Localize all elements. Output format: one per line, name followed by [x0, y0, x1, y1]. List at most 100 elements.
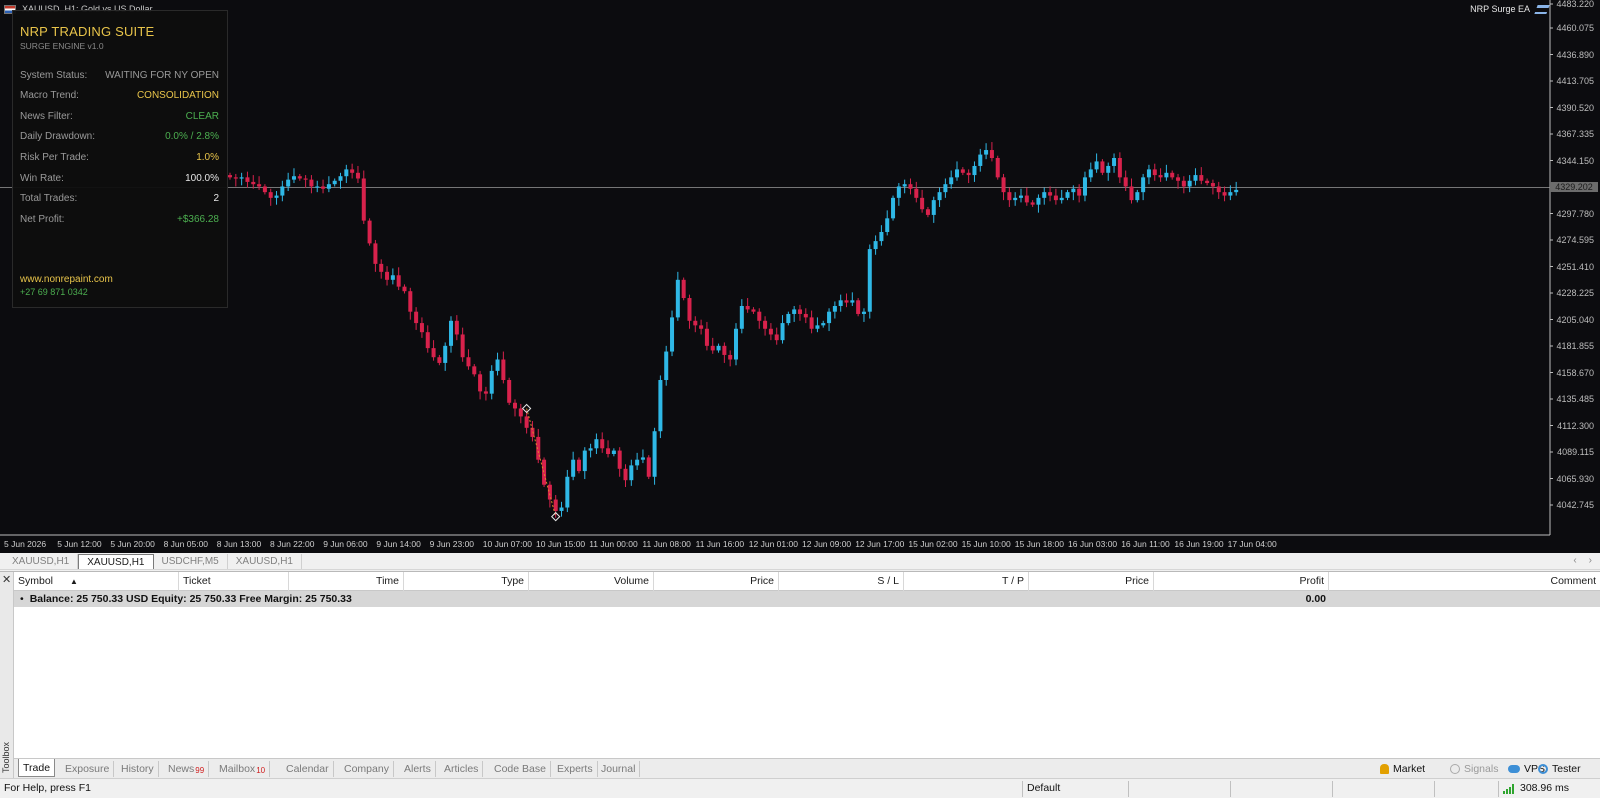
candle — [291, 168, 296, 184]
close-icon[interactable]: ✕ — [2, 575, 11, 586]
candle — [972, 161, 977, 182]
candle — [920, 189, 925, 213]
toolbox-tab-news[interactable]: News99 — [164, 761, 210, 777]
candle — [931, 196, 936, 223]
price-chart[interactable]: XAUUSD, H1: Gold vs US Dollar NRP Surge … — [0, 0, 1600, 553]
chart-tab[interactable]: USDCHF,M5 — [154, 554, 228, 569]
column-header-type[interactable]: Type — [404, 572, 529, 591]
time-tick-label: 11 Jun 16:00 — [695, 539, 745, 549]
ea-badge[interactable]: NRP Surge EA — [1470, 2, 1550, 16]
toolbox-tab-mailbox[interactable]: Mailbox10 — [215, 761, 271, 777]
candle — [425, 325, 430, 353]
candle-body — [1123, 177, 1128, 187]
column-header-tp[interactable]: T / P — [904, 572, 1029, 591]
status-separator — [1128, 781, 1129, 797]
candle-body — [1007, 192, 1012, 201]
candle — [978, 148, 983, 172]
column-header-time[interactable]: Time — [289, 572, 404, 591]
column-header-price[interactable]: Price — [654, 572, 779, 591]
candle — [367, 218, 372, 246]
scroll-left-icon[interactable]: ‹ — [1573, 555, 1576, 566]
candle-body — [937, 192, 942, 201]
candle-body — [611, 450, 616, 454]
ea-website-link[interactable]: www.nonrepaint.com — [20, 274, 113, 285]
column-header-sl[interactable]: S / L — [779, 572, 904, 591]
candle — [472, 364, 477, 377]
price-tick-label: 4436.890 — [1556, 49, 1594, 60]
ea-row-label: Macro Trend: — [20, 90, 79, 102]
toolbox-tester-button[interactable]: Tester — [1538, 761, 1581, 777]
candle-body — [1152, 169, 1157, 176]
column-header-symbol[interactable]: Symbol ▲ — [14, 572, 179, 591]
candle-body — [1205, 180, 1210, 184]
balance-row[interactable]: • Balance: 25 750.33 USD Equity: 25 750.3… — [14, 591, 1600, 607]
scroll-right-icon[interactable]: › — [1589, 555, 1592, 566]
ea-row-value: 0.0% / 2.8% — [165, 131, 219, 143]
column-header-profit[interactable]: Profit — [1154, 572, 1329, 591]
candle — [512, 399, 518, 417]
price-tick-label: 4413.705 — [1556, 76, 1594, 86]
toolbox-tab-alerts[interactable]: Alerts — [400, 761, 436, 777]
candle-body — [960, 169, 965, 173]
ea-row-value: 2 — [213, 193, 219, 205]
candle — [879, 225, 884, 246]
candle-body — [1065, 192, 1070, 198]
candle — [757, 308, 762, 329]
toolbox-market-button[interactable]: Market — [1380, 761, 1425, 777]
candle-body — [955, 169, 960, 178]
time-tick-label: 15 Jun 02:00 — [908, 539, 958, 549]
candle — [850, 292, 855, 306]
price-tick-label: 4112.300 — [1557, 420, 1594, 431]
toolbox-tab-exposure[interactable]: Exposure — [61, 761, 115, 777]
candle-body — [704, 328, 709, 346]
candle-body — [1193, 175, 1198, 181]
candle — [635, 452, 640, 470]
status-separator — [1332, 781, 1333, 797]
candle-body — [326, 184, 331, 189]
time-tick-label: 5 Jun 2026 — [4, 539, 47, 549]
signals-icon — [1450, 764, 1460, 774]
candle — [768, 323, 773, 341]
candle — [611, 448, 616, 457]
chart-tab[interactable]: XAUUSD,H1 — [4, 554, 79, 569]
column-header-ticket[interactable]: Ticket — [179, 572, 289, 591]
candle-body — [658, 380, 663, 432]
price-tick-label: 4181.855 — [1556, 341, 1594, 351]
candle-body — [1135, 192, 1140, 201]
toolbox-tab-history[interactable]: History — [117, 761, 159, 777]
candle — [373, 239, 378, 272]
toolbox-tab-code-base[interactable]: Code Base — [490, 761, 551, 777]
candle-body — [291, 176, 296, 180]
candle — [1059, 189, 1064, 204]
candle-body — [1048, 192, 1053, 196]
candle-body — [460, 334, 465, 358]
candle — [792, 306, 797, 322]
toolbox-tab-journal[interactable]: Journal — [597, 761, 641, 777]
ea-panel-title: NRP TRADING SUITE — [20, 24, 155, 39]
chart-tab-active[interactable]: XAUUSD,H1 — [78, 554, 154, 569]
status-profile[interactable]: Default — [1027, 782, 1060, 794]
candle-body — [943, 184, 948, 193]
candle — [1181, 176, 1186, 194]
toolbox-signals-button[interactable]: Signals — [1450, 761, 1498, 777]
column-header-comment[interactable]: Comment — [1329, 572, 1600, 591]
candle — [315, 180, 320, 193]
candlestick-chart[interactable] — [0, 0, 1600, 553]
column-header-current-price[interactable]: Price — [1029, 572, 1154, 591]
toolbox-tab-company[interactable]: Company — [340, 761, 394, 777]
toolbox-tab-calendar[interactable]: Calendar — [282, 761, 334, 777]
chart-tab[interactable]: XAUUSD,H1 — [228, 554, 302, 569]
candle — [780, 315, 785, 344]
toolbox-tab-trade[interactable]: Trade — [18, 759, 56, 777]
toolbox-tab-articles[interactable]: Articles — [440, 761, 484, 777]
candle-body — [454, 320, 459, 335]
terminal-window: XAUUSD, H1: Gold vs US Dollar NRP Surge … — [0, 0, 1600, 798]
candle-body — [245, 177, 250, 182]
profit-total: 0.00 — [1305, 593, 1326, 605]
ea-row-value: 1.0% — [196, 151, 219, 163]
candle — [704, 321, 709, 351]
toolbox-tab-experts[interactable]: Experts — [553, 761, 598, 777]
column-header-volume[interactable]: Volume — [529, 572, 654, 591]
candle-body — [1082, 177, 1087, 196]
ea-row-value: +$366.28 — [177, 213, 219, 225]
